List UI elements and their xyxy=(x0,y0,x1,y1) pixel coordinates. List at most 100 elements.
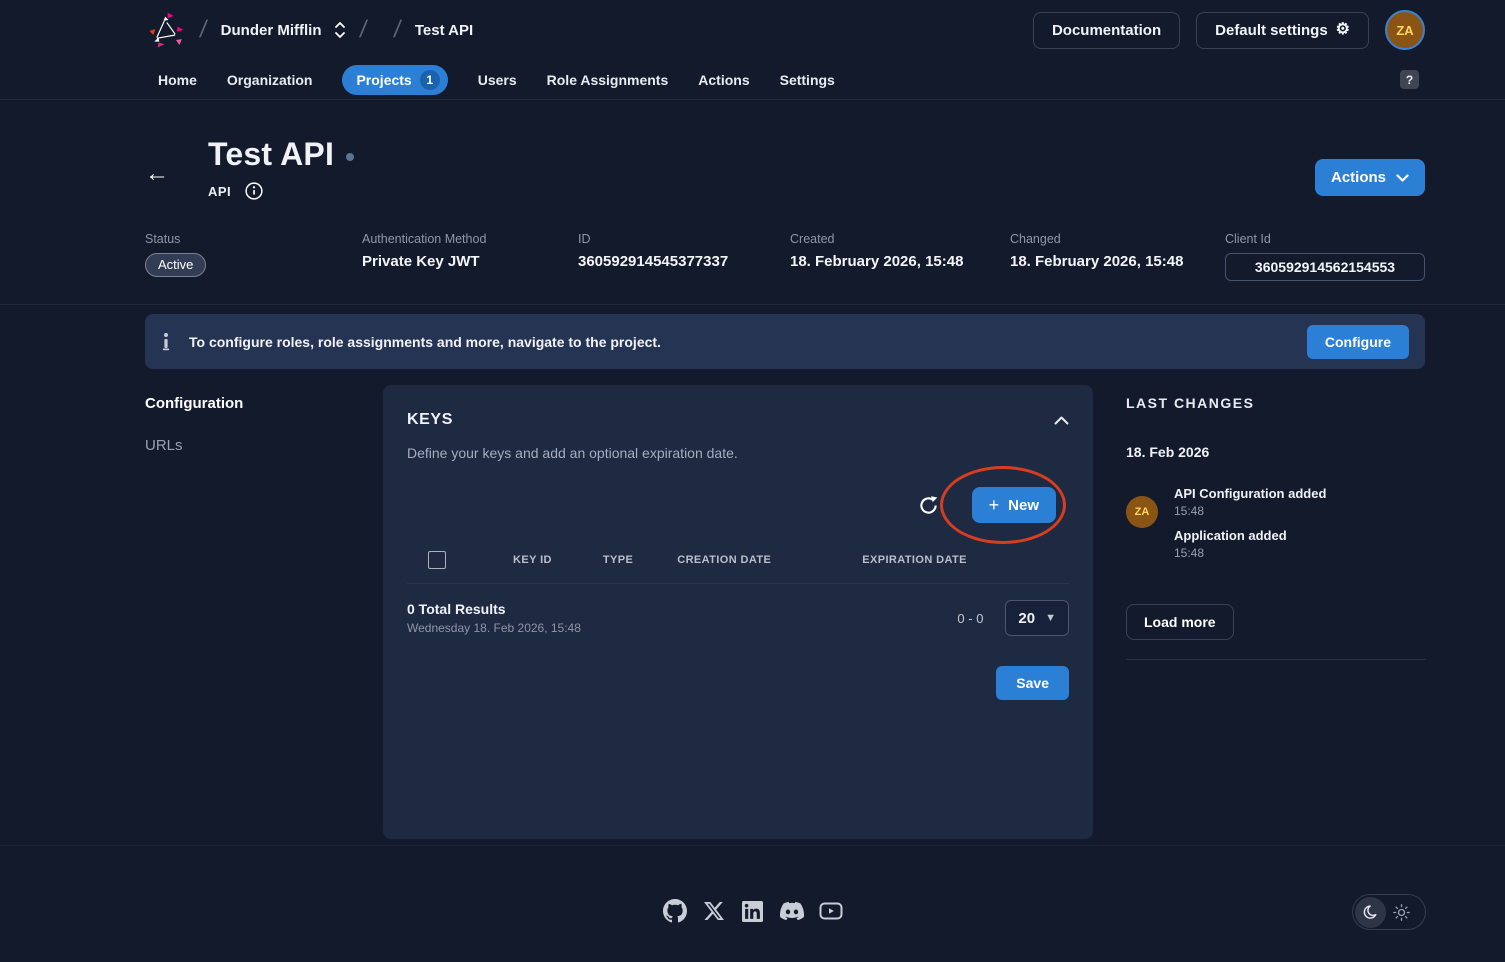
aside-divider xyxy=(1126,659,1426,660)
breadcrumb-project[interactable]: Test API xyxy=(415,22,473,39)
sun-icon xyxy=(1393,904,1410,921)
org-switcher[interactable]: Dunder Mifflin xyxy=(221,21,346,39)
changes-date: 18. Feb 2026 xyxy=(1126,444,1426,460)
rail-item-urls[interactable]: URLs xyxy=(145,437,383,454)
info-pillar-icon xyxy=(159,332,173,352)
social-links xyxy=(0,846,1505,923)
keys-card-title: KEYS xyxy=(407,411,453,429)
refresh-button[interactable] xyxy=(919,496,938,515)
nav-item-projects[interactable]: Projects 1 xyxy=(342,65,447,95)
gear-icon: ⚙ xyxy=(1336,22,1350,38)
collapse-card-button[interactable] xyxy=(1054,416,1069,425)
new-key-wrap: + New xyxy=(972,487,1056,523)
page-footer xyxy=(0,845,1505,962)
documentation-label: Documentation xyxy=(1052,22,1161,39)
change-event[interactable]: API Configuration added 15:48 xyxy=(1174,486,1326,518)
new-key-button[interactable]: + New xyxy=(972,487,1056,523)
theme-toggle xyxy=(1352,894,1426,930)
changed-label: Changed xyxy=(1010,232,1225,246)
nav-item-organization[interactable]: Organization xyxy=(227,66,313,94)
x-icon[interactable] xyxy=(702,899,726,923)
discord-icon[interactable] xyxy=(780,899,804,923)
load-more-label: Load more xyxy=(1144,614,1216,630)
status-badge: Active xyxy=(145,253,206,277)
auth-method-label: Authentication Method xyxy=(362,232,578,246)
status-label: Status xyxy=(145,232,362,246)
actions-dropdown-button[interactable]: Actions xyxy=(1315,159,1425,196)
breadcrumb-separator: / xyxy=(358,16,369,44)
page-header: ← Test API API Actions Status xyxy=(0,100,1505,305)
info-icon[interactable] xyxy=(245,182,263,200)
id-label: ID xyxy=(578,232,790,246)
results-row: 0 Total Results Wednesday 18. Feb 2026, … xyxy=(407,600,1069,636)
client-id-value[interactable]: 360592914562154553 xyxy=(1225,253,1425,281)
changed-value: 18. February 2026, 15:48 xyxy=(1010,253,1225,270)
client-id-label: Client Id xyxy=(1225,232,1425,246)
event-title: API Configuration added xyxy=(1174,486,1326,501)
nav-item-users[interactable]: Users xyxy=(478,66,517,94)
column-key-id: KEY ID xyxy=(513,554,552,566)
linkedin-icon[interactable] xyxy=(741,899,765,923)
results-timestamp: Wednesday 18. Feb 2026, 15:48 xyxy=(407,621,581,635)
user-avatar[interactable]: ZA xyxy=(1385,10,1425,50)
select-all-checkbox[interactable] xyxy=(428,551,446,569)
main-nav: Home Organization Projects 1 Users Role … xyxy=(0,60,1505,100)
last-changes-title: LAST CHANGES xyxy=(1126,395,1426,411)
banner-text: To configure roles, role assignments and… xyxy=(189,334,661,350)
column-type: TYPE xyxy=(603,554,633,566)
nav-item-settings[interactable]: Settings xyxy=(780,66,835,94)
documentation-button[interactable]: Documentation xyxy=(1033,12,1180,49)
created-label: Created xyxy=(790,232,1010,246)
default-settings-label: Default settings xyxy=(1215,22,1328,39)
auth-method-value: Private Key JWT xyxy=(362,253,578,270)
help-button[interactable]: ? xyxy=(1400,70,1419,89)
page-size-value: 20 xyxy=(1018,610,1035,627)
change-event[interactable]: Application added 15:48 xyxy=(1174,528,1326,560)
projects-count-badge: 1 xyxy=(420,70,440,90)
back-button[interactable]: ← xyxy=(145,160,171,188)
event-avatar-initials: ZA xyxy=(1135,506,1150,518)
chevron-up-icon xyxy=(1054,416,1069,425)
app-meta-row: Status Active Authentication Method Priv… xyxy=(145,232,1425,281)
main-content: Configuration URLs KEYS Define your keys… xyxy=(0,369,1505,839)
top-bar: / Dunder Mifflin / / Test API Documentat… xyxy=(0,0,1505,60)
rail-item-configuration[interactable]: Configuration xyxy=(145,395,383,412)
save-button[interactable]: Save xyxy=(996,666,1069,700)
breadcrumb-separator: / xyxy=(392,16,403,44)
nav-item-projects-label: Projects xyxy=(356,72,411,88)
zitadel-logo-icon xyxy=(146,8,186,52)
title-block: Test API API xyxy=(208,136,354,200)
refresh-icon xyxy=(919,496,938,515)
default-settings-button[interactable]: Default settings ⚙ xyxy=(1196,12,1369,49)
org-switcher-chevrons xyxy=(334,21,346,39)
light-mode-button[interactable] xyxy=(1386,897,1417,928)
keys-table-header: KEY ID TYPE CREATION DATE EXPIRATION DAT… xyxy=(407,551,1069,569)
title-state-dot xyxy=(346,153,354,161)
page-size-select[interactable]: 20 ▼ xyxy=(1005,600,1069,636)
new-key-label: New xyxy=(1008,497,1039,514)
table-divider xyxy=(407,583,1069,584)
nav-item-actions[interactable]: Actions xyxy=(698,66,749,94)
section-rail: Configuration URLs xyxy=(145,385,383,839)
actions-label: Actions xyxy=(1331,169,1386,186)
pagination-range: 0 - 0 xyxy=(957,611,983,626)
column-expiration-date: EXPIRATION DATE xyxy=(862,554,967,566)
keys-card: KEYS Define your keys and add an optiona… xyxy=(383,385,1093,839)
column-creation-date: CREATION DATE xyxy=(677,554,771,566)
load-more-button[interactable]: Load more xyxy=(1126,604,1234,640)
dark-mode-button[interactable] xyxy=(1355,897,1386,928)
configure-button[interactable]: Configure xyxy=(1307,325,1409,359)
page-title: Test API xyxy=(208,136,334,173)
event-time: 15:48 xyxy=(1174,546,1326,560)
zitadel-logo[interactable] xyxy=(146,8,186,52)
youtube-icon[interactable] xyxy=(819,899,843,923)
chevron-down-icon xyxy=(1396,174,1409,182)
event-time: 15:48 xyxy=(1174,504,1326,518)
github-icon[interactable] xyxy=(663,899,687,923)
total-results: 0 Total Results xyxy=(407,601,581,617)
event-avatar: ZA xyxy=(1126,496,1158,528)
nav-item-home[interactable]: Home xyxy=(158,66,197,94)
nav-item-role-assignments[interactable]: Role Assignments xyxy=(547,66,669,94)
last-changes-panel: LAST CHANGES 18. Feb 2026 ZA API Configu… xyxy=(1126,385,1426,839)
id-value: 360592914545377337 xyxy=(578,253,790,270)
